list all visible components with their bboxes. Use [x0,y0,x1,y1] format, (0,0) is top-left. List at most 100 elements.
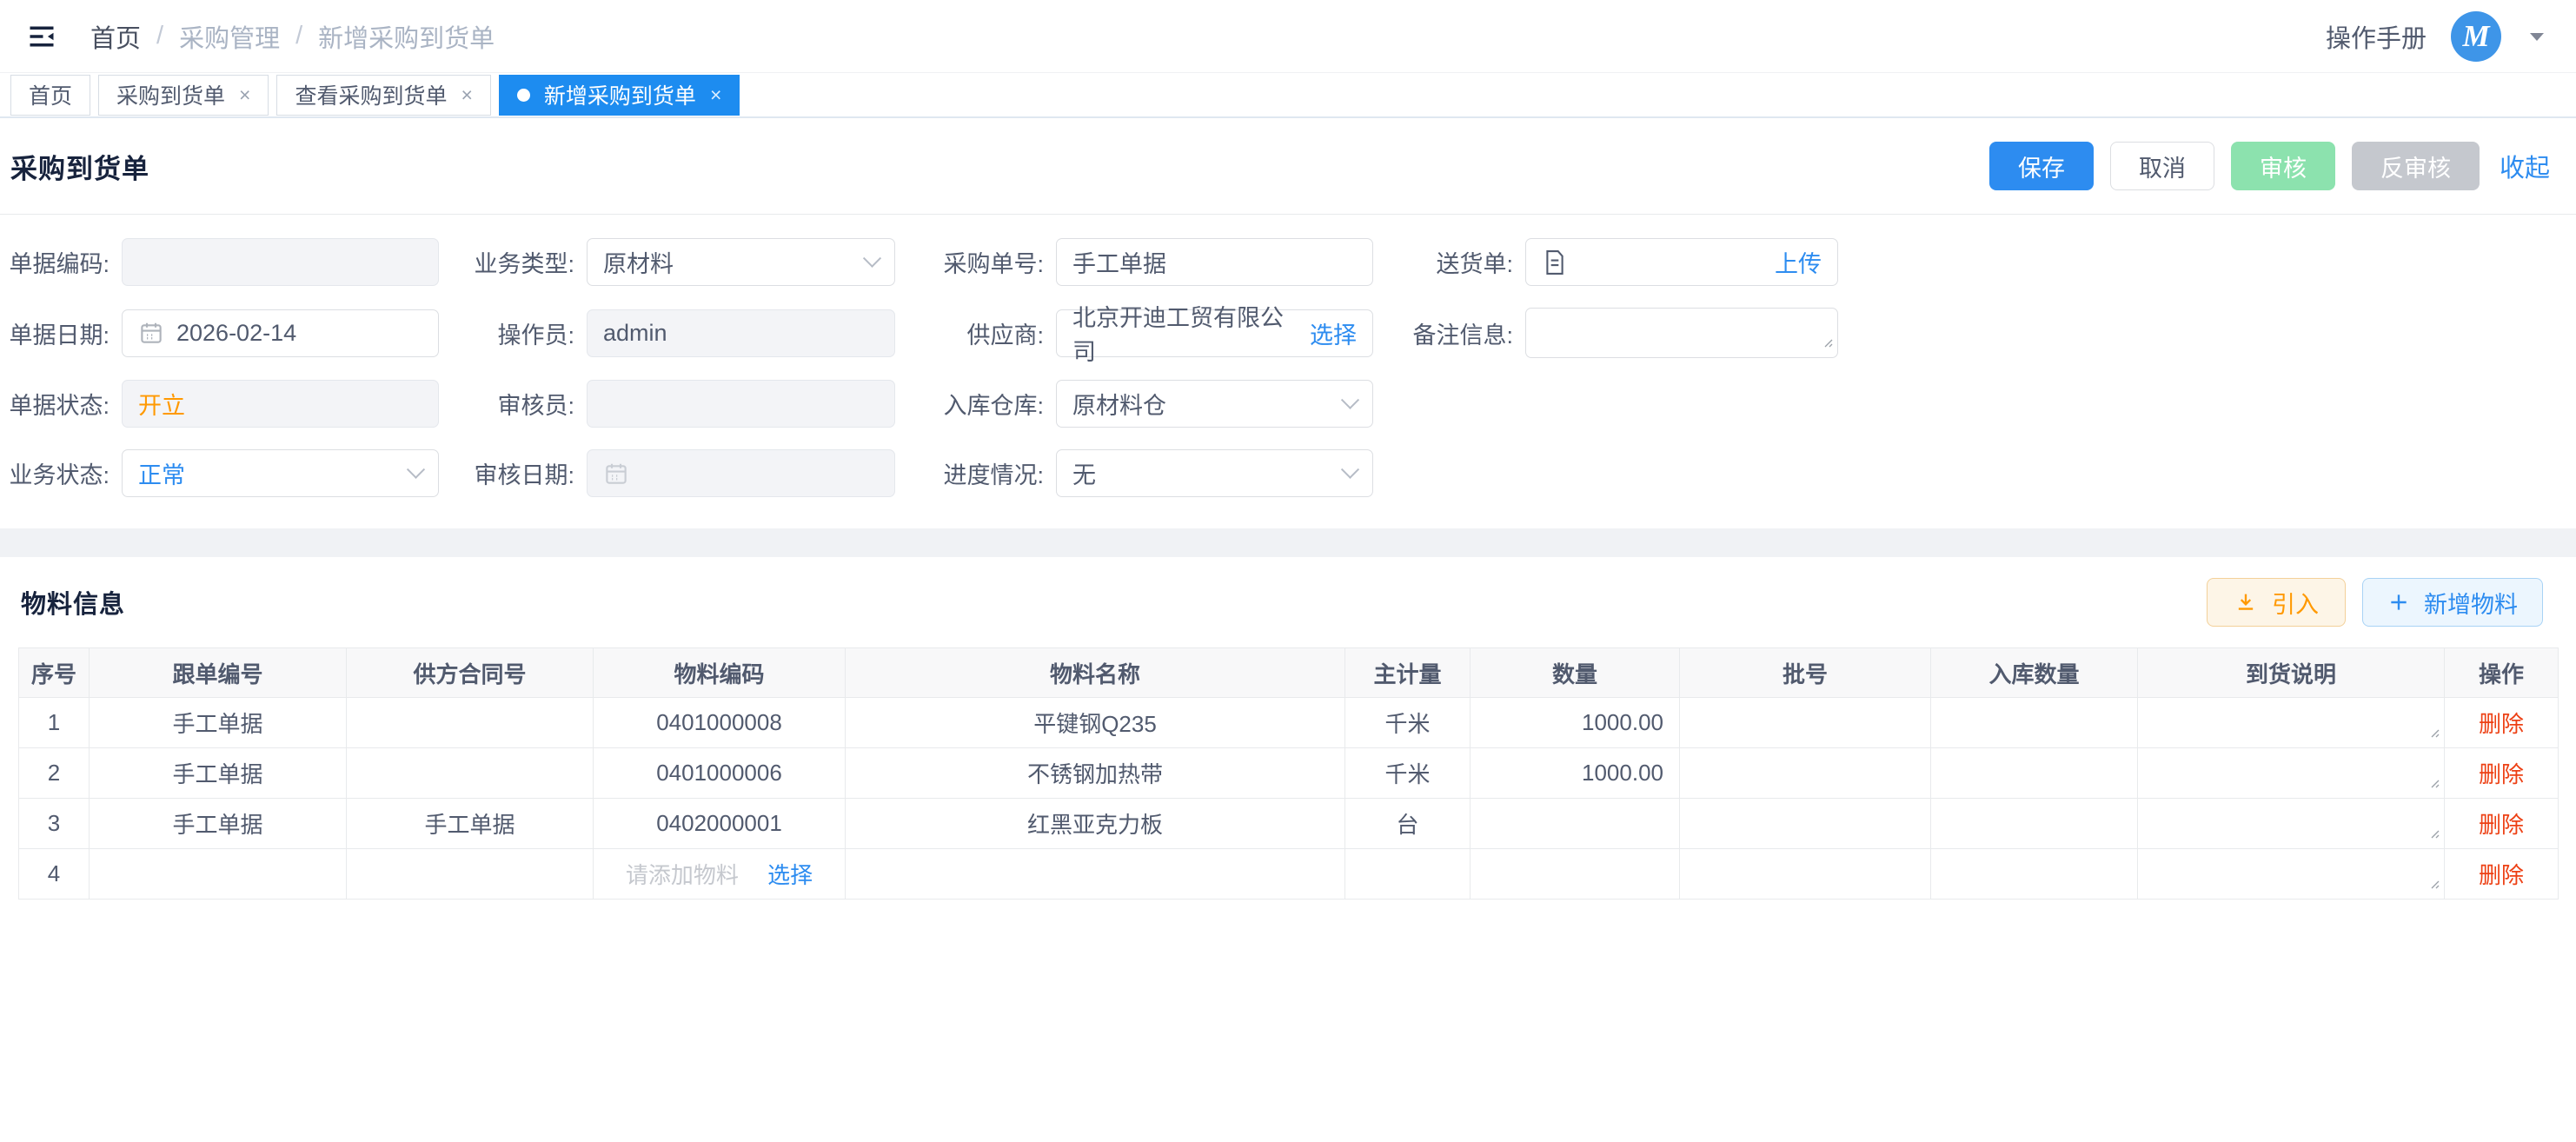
upload-link[interactable]: 上传 [1775,245,1822,279]
close-icon[interactable]: × [461,85,472,105]
breadcrumb-home[interactable]: 首页 [90,18,141,55]
delete-button[interactable]: 删除 [2479,862,2524,888]
cell-unit: 千米 [1345,748,1471,799]
topbar-right: 操作手册 M [2326,11,2546,62]
manual-link[interactable]: 操作手册 [2326,18,2427,55]
cell-contract-no[interactable] [347,748,594,799]
chevron-down-icon [407,461,425,479]
cell-seq: 3 [19,799,90,849]
breadcrumb-current: 新增采购到货单 [318,18,495,55]
tab-home[interactable]: 首页 [10,75,90,116]
resize-handle-icon[interactable] [2427,767,2440,794]
col-code: 物料编码 [594,648,846,698]
save-button[interactable]: 保存 [1989,142,2094,190]
audit-date-field [587,449,895,497]
table-row: 1 手工单据 0401000008 平键钢Q235 千米 1000.00 删除 [19,698,2559,748]
warehouse-select[interactable]: 原材料仓 [1056,380,1373,428]
tab-label: 新增采购到货单 [544,79,696,110]
collapse-link[interactable]: 收起 [2500,148,2550,184]
cell-name: 不锈钢加热带 [846,748,1345,799]
resize-handle-icon[interactable] [2427,818,2440,845]
col-contract-no: 供方合同号 [347,648,594,698]
col-name: 物料名称 [846,648,1345,698]
biz-type-select[interactable]: 原材料 [587,238,895,286]
auditor-label: 审核员: [439,387,587,421]
unaudit-button[interactable]: 反审核 [2352,142,2480,190]
caret-down-icon[interactable] [2527,30,2546,43]
cell-note-textarea[interactable] [2138,799,2445,849]
cell-qty[interactable]: 1000.00 [1471,698,1680,748]
doc-code-label: 单据编码: [9,245,122,279]
cell-in-qty[interactable] [1931,799,2138,849]
chevron-down-icon [863,249,881,268]
cell-contract-no[interactable] [347,849,594,900]
col-order-no: 跟单编号 [90,648,347,698]
tab-purchase-arrival[interactable]: 采购到货单 × [98,75,269,116]
remark-textarea[interactable] [1525,308,1838,358]
menu-fold-icon[interactable] [24,21,59,52]
col-in-qty: 入库数量 [1931,648,2138,698]
download-icon [2234,590,2258,614]
cell-code[interactable]: 0401000006 [594,748,846,799]
delete-button[interactable]: 删除 [2479,812,2524,838]
cell-note-textarea[interactable] [2138,849,2445,900]
delete-cell: 删除 [2445,799,2559,849]
cell-in-qty[interactable] [1931,748,2138,799]
cell-note-textarea[interactable] [2138,698,2445,748]
supplier-label: 供应商: [895,316,1056,350]
cell-batch[interactable] [1680,849,1931,900]
chevron-down-icon [1341,461,1359,479]
cell-batch[interactable] [1680,748,1931,799]
resize-handle-icon[interactable] [2427,868,2440,895]
cell-note-textarea[interactable] [2138,748,2445,799]
cell-order-no[interactable]: 手工单据 [90,698,347,748]
cell-qty[interactable] [1471,849,1680,900]
supplier-field[interactable]: 北京开迪工贸有限公司 选择 [1056,309,1373,357]
cell-name: 平键钢Q235 [846,698,1345,748]
cell-code[interactable]: 0401000008 [594,698,846,748]
delivery-note-field[interactable]: 上传 [1525,238,1838,286]
doc-date-label: 单据日期: [9,316,122,350]
cell-contract-no[interactable]: 手工单据 [347,799,594,849]
close-icon[interactable]: × [710,85,721,105]
po-no-label: 采购单号: [895,245,1056,279]
cell-qty[interactable] [1471,799,1680,849]
cell-contract-no[interactable] [347,698,594,748]
cell-in-qty[interactable] [1931,698,2138,748]
progress-select[interactable]: 无 [1056,449,1373,497]
top-bar: 首页 / 采购管理 / 新增采购到货单 操作手册 M [0,0,2576,73]
col-note: 到货说明 [2138,648,2445,698]
cell-batch[interactable] [1680,698,1931,748]
resize-handle-icon[interactable] [1820,327,1833,354]
cell-batch[interactable] [1680,799,1931,849]
po-no-input[interactable]: 手工单据 [1056,238,1373,286]
tab-view-purchase-arrival[interactable]: 查看采购到货单 × [276,75,490,116]
delete-button[interactable]: 删除 [2479,711,2524,737]
tab-new-purchase-arrival[interactable]: 新增采购到货单 × [499,75,740,116]
remark-label: 备注信息: [1373,316,1525,350]
import-label: 引入 [2272,586,2319,620]
supplier-select-link[interactable]: 选择 [1310,316,1357,350]
progress-value: 无 [1072,456,1096,490]
cell-order-no[interactable]: 手工单据 [90,748,347,799]
close-icon[interactable]: × [239,85,250,105]
cell-order-no[interactable] [90,849,347,900]
cell-order-no[interactable]: 手工单据 [90,799,347,849]
material-select-link[interactable]: 选择 [767,862,813,888]
cell-qty[interactable]: 1000.00 [1471,748,1680,799]
cell-code-picker[interactable]: 请添加物料 选择 [594,849,846,900]
doc-date-picker[interactable]: 2026-02-14 [122,309,439,357]
resize-handle-icon[interactable] [2427,717,2440,744]
biz-status-select[interactable]: 正常 [122,449,439,497]
col-batch: 批号 [1680,648,1931,698]
cell-code[interactable]: 0402000001 [594,799,846,849]
delete-button[interactable]: 删除 [2479,761,2524,787]
add-material-button[interactable]: 新增物料 [2362,578,2543,627]
cancel-button[interactable]: 取消 [2110,142,2214,190]
avatar[interactable]: M [2451,11,2501,62]
cell-in-qty[interactable] [1931,849,2138,900]
cell-unit [1345,849,1471,900]
audit-button[interactable]: 审核 [2231,142,2335,190]
calendar-icon [603,461,629,487]
import-button[interactable]: 引入 [2207,578,2346,627]
